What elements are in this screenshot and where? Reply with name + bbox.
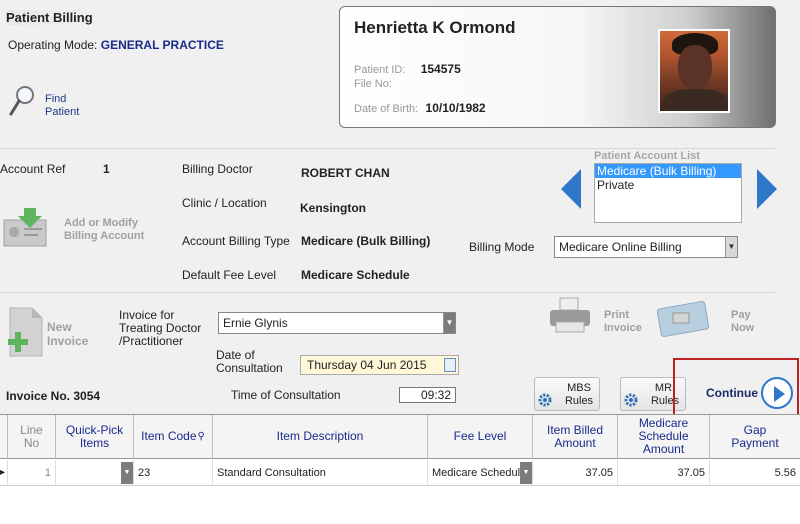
column-header-quick-pick[interactable]: Quick-Pick Items [56, 415, 134, 459]
table-cell-medicare: 37.05 [618, 460, 710, 486]
consultation-date-label: Date of Consultation [216, 348, 283, 375]
operating-mode: Operating Mode: GENERAL PRACTICE [8, 38, 224, 52]
column-header-gap[interactable]: Gap Payment [710, 415, 800, 459]
next-account-arrow-icon[interactable] [757, 169, 777, 209]
column-header-billed[interactable]: Item Billed Amount [533, 415, 618, 459]
fee-level-value: Medicare Schedule [301, 268, 410, 282]
chevron-down-icon[interactable]: ▼ [725, 237, 737, 257]
invoice-doctor-label: Invoice for Treating Doctor /Practitione… [119, 308, 202, 348]
page-title: Patient Billing [6, 10, 103, 25]
prev-account-arrow-icon[interactable] [561, 169, 581, 209]
table-cell-gap: 5.56 [710, 460, 800, 486]
search-icon: ⚲ [197, 431, 205, 442]
card-payment-icon[interactable] [655, 299, 719, 337]
billing-doctor-value: ROBERT CHAN [301, 166, 390, 180]
chevron-down-icon[interactable]: ▼ [121, 462, 133, 484]
invoice-number: Invoice No. 3054 [6, 389, 101, 403]
billing-type-label: Account Billing Type [182, 234, 290, 248]
table-cell-line-no: 1 [8, 460, 56, 486]
billing-type-value: Medicare (Bulk Billing) [301, 234, 431, 248]
billing-mode-value: Medicare Online Billing [559, 240, 682, 254]
invoice-items-grid: Line No Quick-Pick Items Item Code ⚲ Item … [0, 414, 800, 524]
fee-level-select[interactable]: Medicare Schedule ▼ [428, 460, 533, 486]
add-modify-billing-account-button[interactable]: Add or Modify Billing Account [64, 217, 144, 243]
dob-value: 10/10/1982 [425, 101, 486, 115]
account-list[interactable]: Medicare (Bulk Billing) Private [594, 163, 742, 223]
column-header-medicare[interactable]: Medicare Schedule Amount [618, 415, 710, 459]
file-no-label: File No: [354, 78, 392, 90]
billing-account-icon[interactable] [2, 206, 52, 248]
column-header-item-description[interactable]: Item Description [213, 415, 428, 459]
time-input[interactable]: 09:32 [399, 387, 456, 403]
invoice-doctor-select[interactable]: Ernie Glynis ▼ [218, 312, 456, 334]
patient-card: Henrietta K Ormond Patient ID: 154575 Fi… [339, 6, 776, 128]
chevron-down-icon[interactable]: ▼ [443, 313, 455, 333]
new-invoice-button[interactable]: New Invoice [47, 320, 88, 348]
table-cell-item-description[interactable]: Standard Consultation [213, 460, 428, 486]
consultation-date-value: Thursday 04 Jun 2015 [307, 358, 427, 372]
new-invoice-icon[interactable] [6, 306, 46, 358]
invoice-doctor-value: Ernie Glynis [223, 316, 288, 330]
operating-mode-label: Operating Mode: [8, 38, 98, 52]
divider [0, 148, 775, 149]
operating-mode-value: GENERAL PRACTICE [100, 38, 224, 52]
chevron-down-icon[interactable]: ▼ [520, 462, 532, 484]
consultation-date-input[interactable]: Thursday 04 Jun 2015 [300, 355, 459, 375]
printer-icon[interactable] [546, 296, 596, 336]
time-label: Time of Consultation [231, 388, 341, 402]
patient-name: Henrietta K Ormond [354, 18, 516, 37]
account-ref-value: 1 [103, 162, 110, 176]
mbs-rules-button[interactable]: MBS Rules [534, 377, 600, 411]
row-header-corner [0, 415, 8, 459]
account-list-item[interactable]: Private [595, 178, 741, 192]
divider [0, 292, 775, 293]
table-cell-billed[interactable]: 37.05 [533, 460, 618, 486]
row-pointer-icon[interactable]: ▸ [0, 460, 8, 486]
fee-level-label: Default Fee Level [182, 268, 277, 282]
gear-icon [624, 393, 638, 407]
billing-mode-select[interactable]: Medicare Online Billing ▼ [554, 236, 738, 258]
calendar-icon[interactable] [444, 358, 456, 372]
print-invoice-button[interactable]: Print Invoice [604, 309, 642, 335]
patient-id-label: Patient ID: [354, 64, 406, 76]
gear-icon [538, 393, 552, 407]
column-header-line-no[interactable]: Line No [8, 415, 56, 459]
account-list-item[interactable]: Medicare (Bulk Billing) [595, 164, 741, 178]
dob-label: Date of Birth: [354, 103, 419, 115]
patient-id-value: 154575 [420, 62, 461, 76]
patient-photo [658, 29, 730, 113]
account-ref-label: Account Ref [0, 162, 66, 176]
pay-now-button[interactable]: Pay Now [731, 309, 754, 335]
clinic-value: Kensington [300, 201, 366, 215]
column-header-fee-level[interactable]: Fee Level [428, 415, 533, 459]
quick-pick-select[interactable]: ▼ [56, 460, 134, 486]
find-patient-icon[interactable] [8, 84, 38, 118]
clinic-label: Clinic / Location [182, 196, 267, 210]
account-list-title: Patient Account List [594, 150, 700, 162]
find-patient-link[interactable]: Find Patient [45, 93, 79, 119]
billing-mode-label: Billing Mode [469, 240, 535, 254]
table-cell-item-code[interactable]: 23 [134, 460, 213, 486]
billing-doctor-label: Billing Doctor [182, 162, 253, 176]
column-header-item-code[interactable]: Item Code ⚲ [134, 415, 213, 459]
